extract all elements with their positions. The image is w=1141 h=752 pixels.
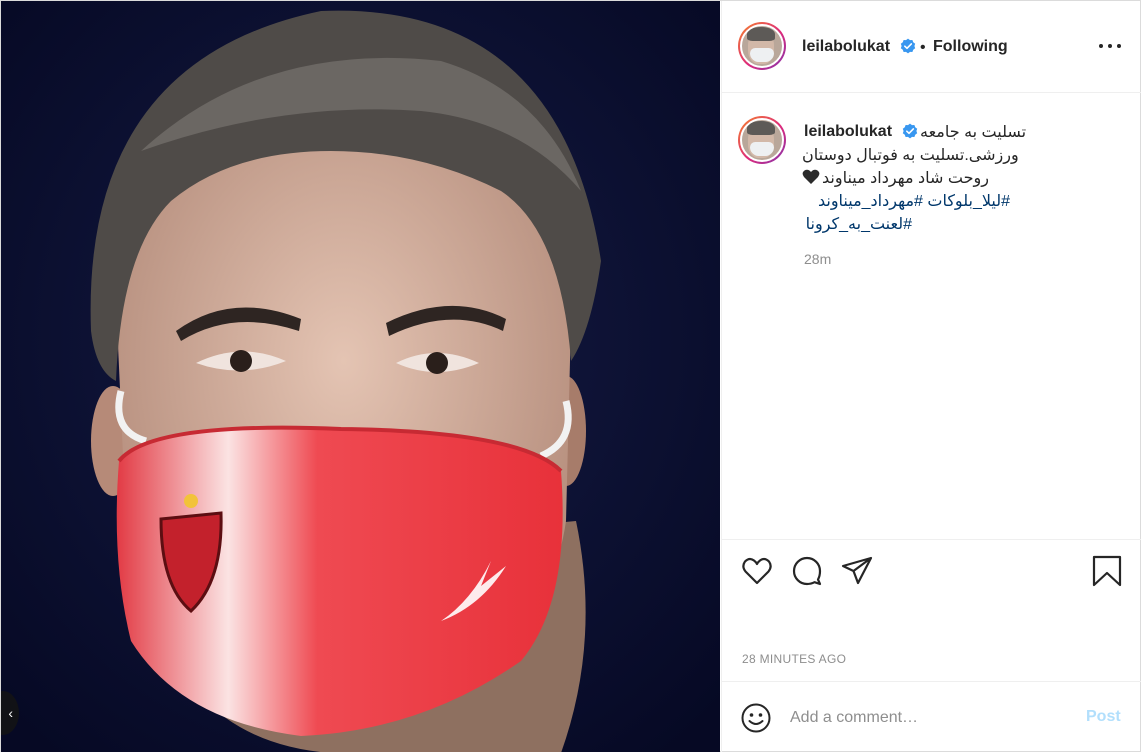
- caption-line: تسلیت به جامعه: [920, 124, 1027, 141]
- instagram-post: ‹ leilabolukat • Following leilabolukat …: [0, 0, 1141, 752]
- caption-hashtags: #لیلا_بلوکات #مهرداد_میناوند: [802, 190, 1010, 213]
- save-button[interactable]: [1090, 554, 1124, 588]
- caption-author-avatar[interactable]: [738, 116, 786, 164]
- hashtag-link[interactable]: #مهرداد_میناوند: [818, 193, 923, 210]
- share-button[interactable]: [840, 554, 874, 588]
- caption-line: ورزشی.تسلیت به فوتبال دوستان: [802, 147, 1019, 164]
- comment-button[interactable]: [790, 554, 824, 588]
- post-photo: [1, 1, 720, 752]
- hashtag-link[interactable]: #لعنت_به_کرونا: [806, 216, 912, 233]
- emoji-button[interactable]: [740, 702, 772, 734]
- post-header: leilabolukat • Following: [722, 1, 1141, 93]
- comment-bar: Post: [722, 681, 1141, 752]
- post-sidebar: leilabolukat • Following leilabolukat تس…: [721, 1, 1141, 752]
- more-horizontal-icon: [1099, 44, 1103, 48]
- caption-text: تسلیت به جامعه ورزشی.تسلیت به فوتبال دوس…: [802, 121, 1102, 236]
- bookmark-icon: [1092, 555, 1122, 587]
- more-options-button[interactable]: [1098, 34, 1122, 58]
- following-button[interactable]: Following: [933, 38, 1008, 56]
- caption-hashtags: #لعنت_به_کرونا: [802, 213, 912, 236]
- author-username[interactable]: leilabolukat: [802, 38, 890, 56]
- chevron-left-icon: ‹: [8, 705, 13, 721]
- author-avatar[interactable]: [738, 22, 786, 70]
- post-image[interactable]: ‹: [1, 1, 720, 752]
- black-heart-icon: [802, 169, 820, 184]
- hashtag-link[interactable]: #لیلا_بلوکات: [927, 193, 1010, 210]
- smiley-icon: [741, 703, 771, 733]
- avatar-image: [740, 24, 784, 68]
- caption-line-text: روحت شاد مهرداد میناوند: [822, 170, 989, 187]
- post-comment-button[interactable]: Post: [1086, 708, 1121, 726]
- action-bar: [722, 539, 1141, 603]
- comment-input[interactable]: [790, 706, 1070, 730]
- paper-plane-icon: [841, 556, 873, 585]
- caption-relative-time[interactable]: 28m: [804, 251, 831, 267]
- separator-dot: •: [920, 39, 926, 56]
- caption-line: روحت شاد مهرداد میناوند: [802, 167, 1102, 190]
- post-timestamp[interactable]: 28 MINUTES AGO: [742, 652, 846, 666]
- verified-badge-icon: [900, 38, 916, 54]
- heart-outline-icon: [742, 557, 772, 585]
- like-button[interactable]: [740, 554, 774, 588]
- caption-section: leilabolukat تسلیت به جامعه ورزشی.تسلیت …: [722, 93, 1141, 539]
- comment-bubble-icon: [792, 556, 822, 586]
